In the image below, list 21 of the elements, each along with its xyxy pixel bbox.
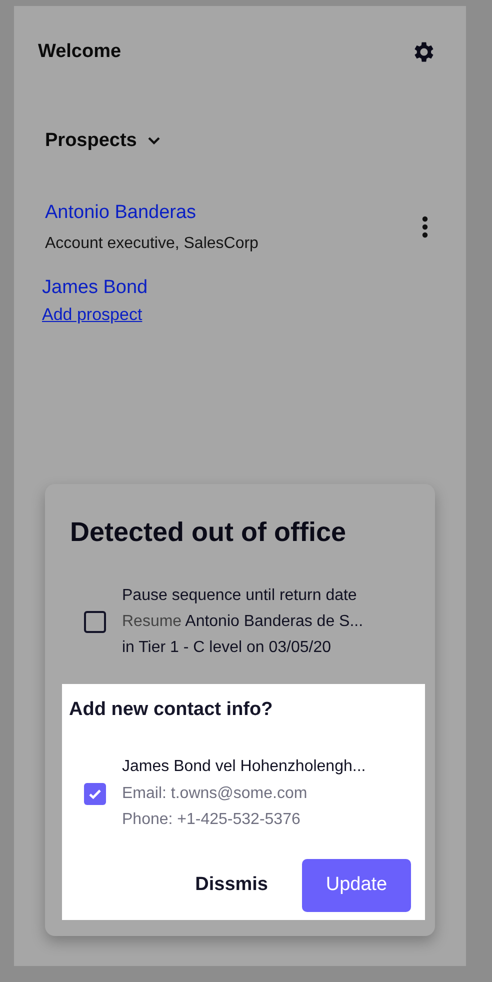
- dialog-title: Detected out of office: [70, 516, 348, 549]
- option-detail: in Tier 1 - C level on 03/05/20: [122, 638, 332, 658]
- dismiss-button[interactable]: Dissmis: [185, 863, 278, 908]
- option-title: Pause sequence until return date: [122, 586, 358, 606]
- contact-email: Email: t.owns@some.com: [122, 784, 308, 804]
- more-icon[interactable]: [422, 216, 428, 238]
- contact-phone: Phone: +1-425-532-5376: [122, 810, 302, 830]
- prospect-name: Antonio Banderas de S...: [185, 612, 364, 630]
- section-heading: Add new contact info?: [69, 698, 274, 722]
- resume-label: Resume: [122, 612, 182, 630]
- prospect-name[interactable]: James Bond: [42, 274, 148, 302]
- checkbox[interactable]: [84, 782, 106, 805]
- contact-name: James Bond vel Hohenzholengh...: [122, 757, 366, 778]
- prospect-name[interactable]: Antonio Banderas: [45, 199, 196, 228]
- add-prospect-link[interactable]: Add prospect: [42, 302, 142, 328]
- prospect-subtitle: Account executive, SalesCorp: [45, 234, 258, 254]
- section-title: Prospects: [45, 128, 137, 152]
- chevron-icon[interactable]: [146, 136, 161, 146]
- checkbox[interactable]: [84, 611, 106, 634]
- update-button[interactable]: Update: [302, 859, 411, 912]
- header-title: Welcome: [38, 40, 122, 64]
